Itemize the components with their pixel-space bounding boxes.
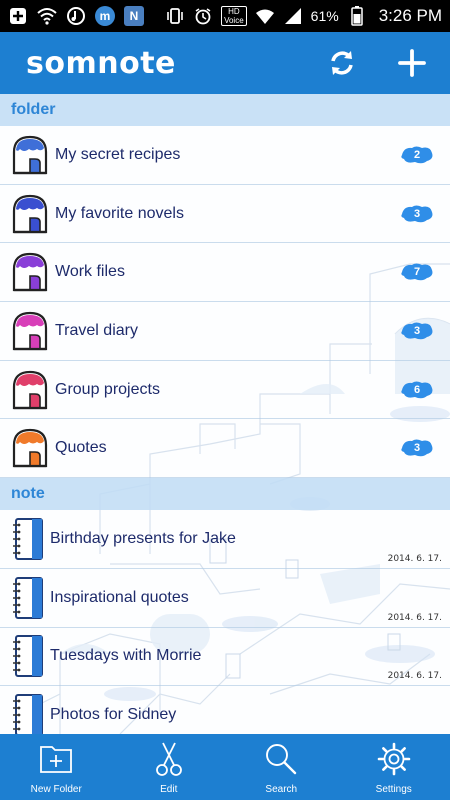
note-section-header: note xyxy=(0,478,450,511)
app-logo: somnote xyxy=(26,45,176,81)
bottom-toolbar: New Folder Edit Search Settings xyxy=(0,734,450,800)
folder-count-badge: 3 xyxy=(400,438,434,458)
note-row[interactable]: Birthday presents for Jake 2014. 6. 17. xyxy=(0,510,450,569)
wifi-notification-icon xyxy=(37,6,57,26)
notebook-icon xyxy=(10,574,46,622)
note-date: 2014. 6. 17. xyxy=(387,612,442,623)
folder-house-icon xyxy=(11,368,49,412)
n-app-badge-icon: N xyxy=(124,6,144,26)
add-notification-icon xyxy=(8,6,28,26)
folder-label: My secret recipes xyxy=(55,145,181,163)
folder-count-value: 3 xyxy=(413,324,421,337)
wifi-signal-icon xyxy=(255,6,275,26)
search-label: Search xyxy=(265,784,298,795)
folder-house-icon xyxy=(11,250,49,294)
search-button[interactable]: Search xyxy=(225,734,338,800)
folder-row[interactable]: My favorite novels 3 xyxy=(0,184,450,244)
note-date: 2014. 6. 17. xyxy=(387,671,442,682)
notebook-icon xyxy=(10,632,46,680)
folder-label: Group projects xyxy=(55,380,160,398)
folder-row[interactable]: Travel diary 3 xyxy=(0,302,450,361)
note-list: Birthday presents for Jake 2014. 6. 17. In… xyxy=(0,510,450,734)
folder-count-badge: 3 xyxy=(400,321,434,341)
folder-count-badge: 3 xyxy=(400,204,434,224)
folder-count-value: 3 xyxy=(413,442,421,455)
gear-icon xyxy=(376,741,412,777)
folder-count-value: 3 xyxy=(413,207,421,220)
new-folder-label: New Folder xyxy=(30,784,82,795)
clock-time: 3:26 PM xyxy=(378,6,442,25)
folder-label: Work files xyxy=(55,263,125,281)
folder-house-icon xyxy=(11,309,49,353)
folder-house-icon xyxy=(11,133,49,177)
scissors-icon xyxy=(151,741,187,777)
folder-count-badge: 7 xyxy=(400,262,434,282)
note-label: Inspirational quotes xyxy=(50,588,189,606)
folder-row[interactable]: Quotes 3 xyxy=(0,419,450,479)
note-row[interactable]: Tuesdays with Morrie 2014. 6. 17. xyxy=(0,627,450,687)
sync-icon xyxy=(331,51,353,75)
search-icon xyxy=(263,741,299,777)
folder-list: My secret recipes 2 My favorite novels 3 Wor… xyxy=(0,126,450,479)
note-label: Photos for Sidney xyxy=(50,706,177,724)
sync-button[interactable] xyxy=(324,45,360,81)
status-bar: m N HD Voice 61% 3:26 PM xyxy=(0,0,450,32)
hd-label: HD xyxy=(228,7,240,16)
edit-label: Edit xyxy=(160,784,178,795)
app-header: somnote xyxy=(0,32,450,94)
folder-label: Quotes xyxy=(55,439,107,457)
edit-button[interactable]: Edit xyxy=(113,734,226,800)
hd-voice-indicator: HD Voice xyxy=(221,6,247,26)
music-notification-icon xyxy=(66,6,86,26)
settings-label: Settings xyxy=(375,784,412,795)
folder-row[interactable]: Work files 7 xyxy=(0,243,450,303)
folder-count-value: 2 xyxy=(413,148,421,161)
notebook-icon xyxy=(10,515,46,563)
note-date: 2014. 6. 17. xyxy=(387,553,442,564)
folder-section-header: folder xyxy=(0,94,450,126)
folder-house-icon xyxy=(11,192,49,236)
note-label: Tuesdays with Morrie xyxy=(50,647,202,665)
plus-icon xyxy=(398,49,426,77)
new-folder-icon xyxy=(38,741,74,777)
folder-house-icon xyxy=(11,426,49,470)
folder-count-value: 6 xyxy=(413,383,421,396)
folder-label: My favorite novels xyxy=(55,204,184,222)
folder-count-value: 7 xyxy=(413,266,421,279)
folder-row[interactable]: Group projects 6 xyxy=(0,360,450,420)
cell-signal-icon xyxy=(283,6,303,26)
battery-percentage: 61% xyxy=(310,8,339,24)
folder-count-badge: 2 xyxy=(400,145,434,165)
content-area[interactable]: folder My secret recipes 2 My favorite nov… xyxy=(0,94,450,734)
vibrate-icon xyxy=(165,6,185,26)
folder-label: Travel diary xyxy=(55,321,138,339)
note-label: Birthday presents for Jake xyxy=(50,529,236,547)
note-row[interactable]: Photos for Sidney xyxy=(0,686,450,734)
note-section-title: note xyxy=(11,485,45,503)
alarm-icon xyxy=(193,6,213,26)
folder-count-badge: 6 xyxy=(400,380,434,400)
new-folder-button[interactable]: New Folder xyxy=(0,734,113,800)
m-app-badge-icon: m xyxy=(95,6,115,26)
settings-button[interactable]: Settings xyxy=(338,734,450,800)
notebook-icon xyxy=(10,691,46,734)
note-row[interactable]: Inspirational quotes 2014. 6. 17. xyxy=(0,568,450,628)
main-list: folder My secret recipes 2 My favorite nov… xyxy=(0,94,450,734)
battery-icon xyxy=(347,6,367,26)
voice-label: Voice xyxy=(224,16,244,25)
folder-section-title: folder xyxy=(11,101,56,118)
folder-row[interactable]: My secret recipes 2 xyxy=(0,126,450,185)
add-button[interactable] xyxy=(394,45,430,81)
